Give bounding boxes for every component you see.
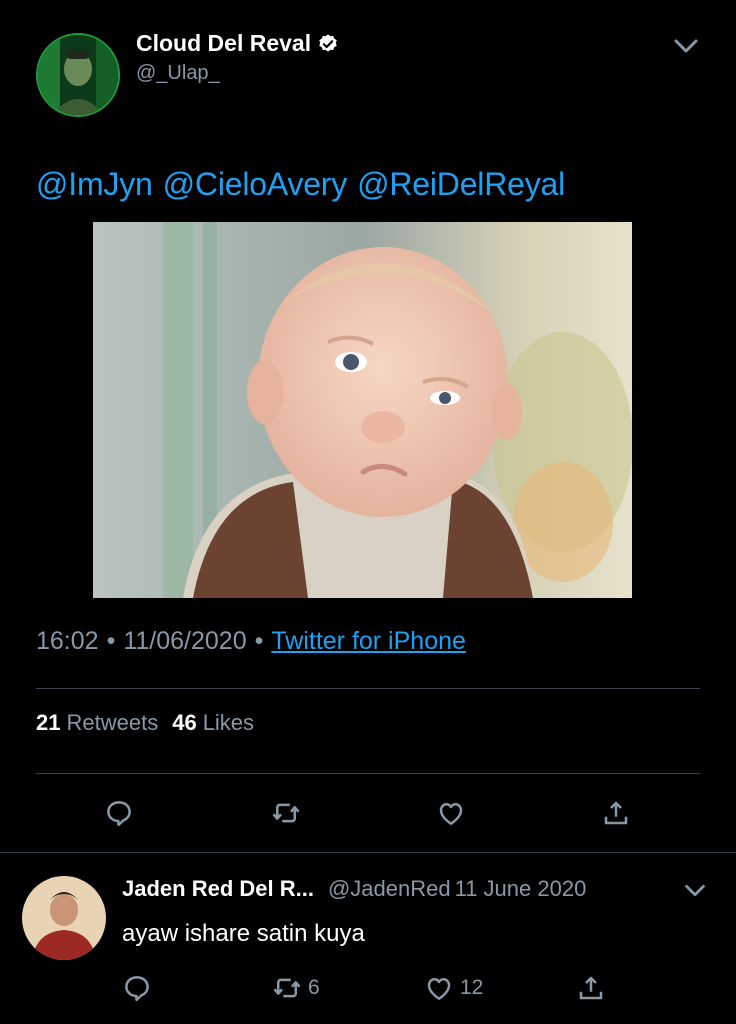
reply-icon	[125, 976, 149, 1002]
chevron-down-icon	[685, 884, 705, 897]
reply-author-name[interactable]: Jaden Red Del R...	[122, 876, 314, 901]
reply-text: ayaw ishare satin kuya	[122, 920, 365, 947]
reply-icon	[107, 801, 131, 827]
reply-options-button[interactable]	[680, 876, 710, 906]
tweet-options-button[interactable]	[670, 30, 702, 62]
like-icon	[439, 803, 463, 825]
reply-like-count: 12	[460, 976, 484, 999]
reply-author-handle[interactable]: @JadenRed	[328, 876, 451, 901]
reply-reply-button[interactable]	[122, 970, 152, 1006]
author-avatar[interactable]	[36, 33, 120, 117]
mention-link[interactable]: @ReiDelReyal	[357, 166, 565, 202]
likes-label[interactable]: Likes	[203, 710, 254, 735]
tweet-time: 16:02	[36, 627, 99, 655]
divider	[36, 688, 700, 689]
mention-link[interactable]: @CieloAvery	[163, 166, 348, 202]
retweets-count[interactable]: 21	[36, 710, 60, 735]
mention-link[interactable]: @ImJyn	[36, 166, 153, 202]
tweet-source-link[interactable]: Twitter for iPhone	[271, 627, 466, 655]
divider	[36, 773, 700, 774]
reply-date: 11 June 2020	[454, 876, 587, 901]
retweets-label[interactable]: Retweets	[66, 710, 158, 735]
tweet-media-image[interactable]	[93, 222, 632, 598]
separator-dot: •	[254, 627, 264, 655]
tweet-meta: 16:02 • 11/06/2020 • Twitter for iPhone	[36, 627, 466, 656]
divider	[0, 852, 736, 853]
tweet-date: 11/06/2020	[123, 627, 247, 655]
retweet-icon	[273, 978, 301, 998]
likes-count[interactable]: 46	[172, 710, 196, 735]
reply-like-button[interactable]: 12	[424, 970, 483, 1006]
reply-button[interactable]	[101, 795, 137, 831]
share-icon	[579, 976, 603, 1000]
reply-share-button[interactable]	[576, 970, 606, 1006]
author-name[interactable]: Cloud Del Reval	[136, 30, 339, 57]
reply-author-avatar[interactable]	[22, 876, 106, 960]
share-icon	[604, 801, 628, 825]
author-name-text: Cloud Del Reval	[136, 30, 312, 56]
separator-dot: •	[106, 627, 116, 655]
like-button[interactable]	[433, 795, 469, 831]
retweet-button[interactable]	[268, 795, 304, 831]
author-handle[interactable]: @_Ulap_	[136, 62, 220, 85]
retweet-icon	[272, 803, 300, 823]
tweet-stats: 21 Retweets 46 Likes	[36, 710, 268, 736]
tweet-text: @ImJyn @CieloAvery @ReiDelReyal	[36, 166, 575, 203]
reply-retweet-count: 6	[308, 976, 320, 999]
verified-badge-icon	[319, 33, 337, 52]
chevron-down-icon	[674, 39, 698, 53]
reply-header: Jaden Red Del R... @JadenRed 11 June 2020	[122, 876, 586, 902]
like-icon	[427, 978, 451, 1000]
reply-retweet-button[interactable]: 6	[272, 970, 320, 1006]
share-button[interactable]	[598, 795, 634, 831]
